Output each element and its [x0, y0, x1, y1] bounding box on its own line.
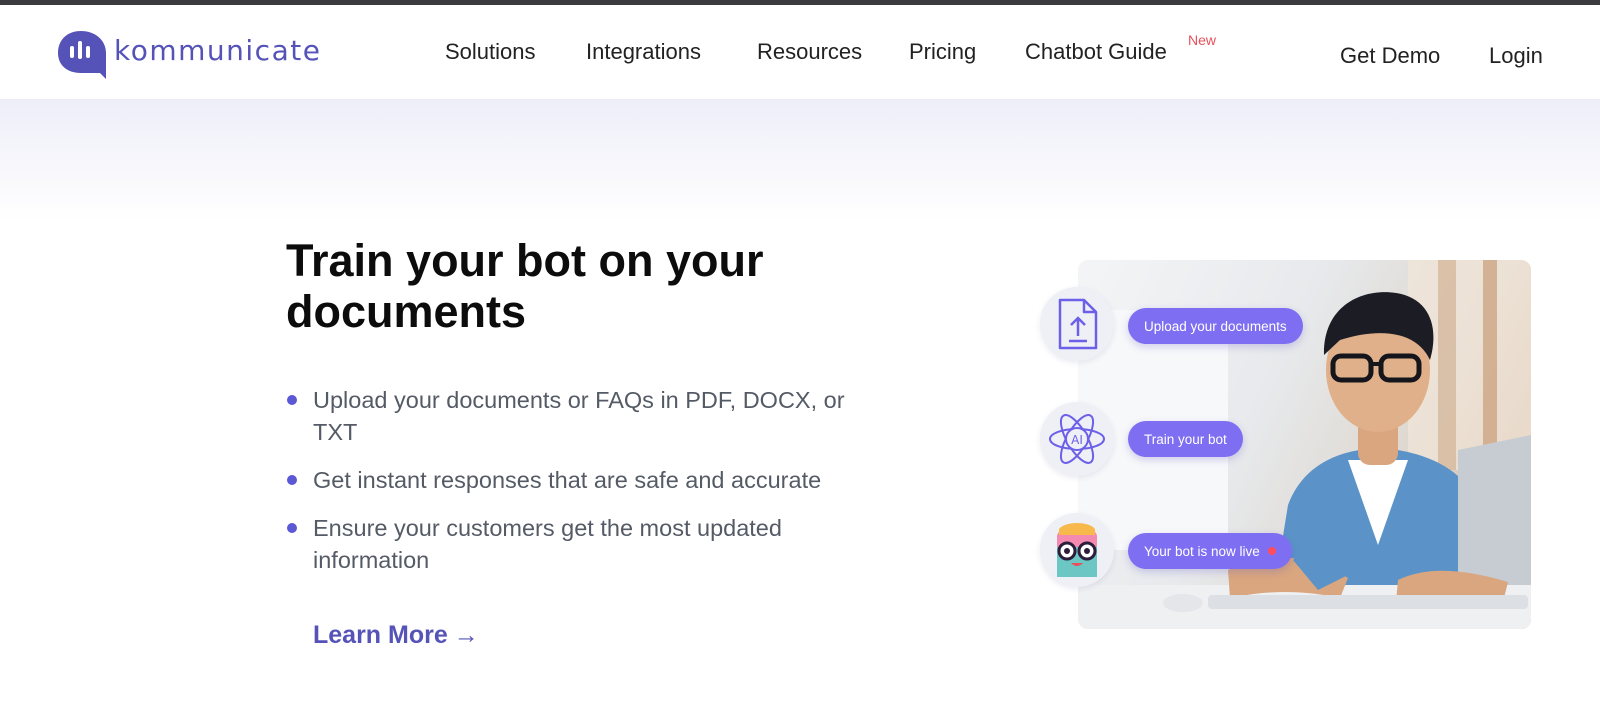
step-upload-icon-circle [1040, 287, 1114, 361]
bot-avatar-icon [1057, 523, 1097, 577]
step-pill-upload: Upload your documents [1128, 308, 1303, 344]
learn-more-label: Learn More [313, 621, 448, 649]
section-title: Train your bot on your documents [286, 235, 764, 337]
new-badge: New [1188, 32, 1217, 48]
get-demo-link[interactable]: Get Demo [1340, 43, 1440, 69]
bullet-dot-icon [287, 523, 297, 533]
site-header: kommunicate Solutions Integrations Resou… [0, 5, 1600, 100]
nav-chatbot-guide[interactable]: Chatbot Guide [1025, 39, 1167, 65]
list-item: Upload your documents or FAQs in PDF, DO… [286, 384, 886, 448]
nav-resources[interactable]: Resources [757, 39, 862, 65]
step-live-icon-circle [1040, 513, 1114, 587]
nav-integrations[interactable]: Integrations [586, 39, 701, 65]
ai-atom-icon: AI [1049, 414, 1105, 464]
step-train-icon-circle: AI [1040, 402, 1114, 476]
nav-pricing[interactable]: Pricing [909, 39, 976, 65]
document-upload-icon [1058, 298, 1098, 350]
bullet-text: Upload your documents or FAQs in PDF, DO… [313, 387, 845, 445]
list-item: Ensure your customers get the most updat… [286, 512, 886, 576]
step-label: Upload your documents [1144, 318, 1287, 334]
arrow-right-icon: → [453, 621, 479, 649]
bullet-text: Ensure your customers get the most updat… [313, 515, 782, 573]
step-pill-train: Train your bot [1128, 421, 1243, 457]
feature-list: Upload your documents or FAQs in PDF, DO… [286, 384, 886, 592]
step-label: Train your bot [1144, 431, 1227, 447]
bullet-dot-icon [287, 395, 297, 405]
live-status-dot-icon [1267, 547, 1276, 555]
learn-more-link[interactable]: Learn More → [313, 621, 479, 650]
bullet-dot-icon [287, 475, 297, 485]
bullet-text: Get instant responses that are safe and … [313, 467, 822, 493]
nav-solutions[interactable]: Solutions [445, 39, 536, 65]
login-link[interactable]: Login [1489, 43, 1543, 69]
svg-text:AI: AI [1071, 433, 1083, 447]
step-pill-live: Your bot is now live [1128, 533, 1292, 569]
step-label: Your bot is now live [1144, 543, 1260, 559]
list-item: Get instant responses that are safe and … [286, 464, 886, 496]
hero-background [0, 100, 1600, 220]
